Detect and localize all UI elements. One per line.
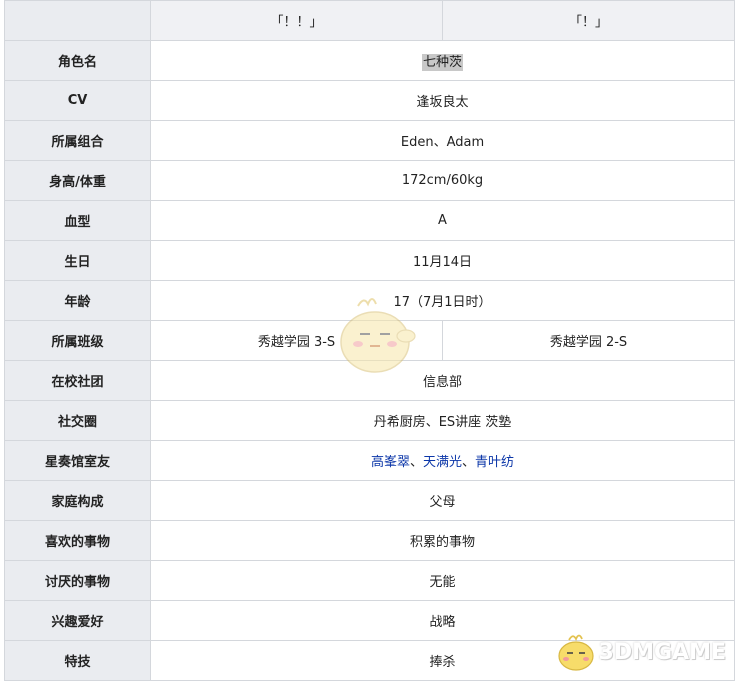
table-row: CV 逢坂良太	[4, 80, 735, 121]
row-label-blood: 血型	[4, 200, 151, 241]
header-col-1: 「！！」	[150, 0, 443, 41]
roommate-separator: 、	[462, 455, 476, 470]
row-value-age: 17（7月1日时）	[150, 280, 735, 321]
row-label-cv: CV	[4, 80, 151, 121]
row-label-likes: 喜欢的事物	[4, 520, 151, 561]
row-value-club: 信息部	[150, 360, 735, 401]
row-value-roommates: 高峯翠、天满光、青叶纺	[150, 440, 735, 481]
roommate-link-3[interactable]: 青叶纺	[475, 455, 514, 470]
row-label-class: 所属班级	[4, 320, 151, 361]
row-value-birthday: 11月14日	[150, 240, 735, 281]
row-value-cv: 逢坂良太	[150, 80, 735, 121]
table-row: 生日 11月14日	[4, 240, 735, 281]
chick-mascot-icon	[557, 634, 594, 671]
chick-mascot-watermark-icon	[340, 298, 416, 373]
site-logo-watermark: 3DMGAME	[555, 630, 726, 674]
row-label-unit: 所属组合	[4, 120, 151, 161]
row-label-name: 角色名	[4, 40, 151, 81]
row-label-club: 在校社团	[4, 360, 151, 401]
row-value-circle: 丹希厨房、ES讲座 茨塾	[150, 400, 735, 441]
header-col-2: 「！」	[442, 0, 735, 41]
row-value-blood: A	[150, 200, 735, 241]
table-row: 讨厌的事物 无能	[4, 560, 735, 601]
row-label-circle: 社交圈	[4, 400, 151, 441]
row-label-body: 身高/体重	[4, 160, 151, 201]
selected-name-text: 七种茨	[421, 54, 463, 71]
table-row: 喜欢的事物 积累的事物	[4, 520, 735, 561]
table-row: 星奏馆室友 高峯翠、天满光、青叶纺	[4, 440, 735, 481]
table-row: 社交圈 丹希厨房、ES讲座 茨塾	[4, 400, 735, 441]
roommate-link-2[interactable]: 天满光	[423, 455, 462, 470]
roommate-link-1[interactable]: 高峯翠	[371, 455, 410, 470]
header-corner-cell	[4, 0, 151, 41]
row-value-family: 父母	[150, 480, 735, 521]
table-row: 血型 A	[4, 200, 735, 241]
row-label-age: 年龄	[4, 280, 151, 321]
row-value-dislikes: 无能	[150, 560, 735, 601]
row-value-unit: Eden、Adam	[150, 120, 735, 161]
logo-text: 3DMGAME	[598, 639, 726, 665]
table-row: 所属组合 Eden、Adam	[4, 120, 735, 161]
table-row: 身高/体重 172cm/60kg	[4, 160, 735, 201]
row-value-body: 172cm/60kg	[150, 160, 735, 201]
row-value-likes: 积累的事物	[150, 520, 735, 561]
row-label-birthday: 生日	[4, 240, 151, 281]
roommate-separator: 、	[409, 455, 423, 470]
row-label-skill: 特技	[4, 640, 151, 681]
row-label-roommates: 星奏馆室友	[4, 440, 151, 481]
table-header-row: 「！！」 「！」	[4, 0, 735, 41]
table-row: 家庭构成 父母	[4, 480, 735, 521]
row-label-hobby: 兴趣爱好	[4, 600, 151, 641]
row-label-dislikes: 讨厌的事物	[4, 560, 151, 601]
row-value-class-2: 秀越学园 2-S	[442, 320, 735, 361]
row-value-name: 七种茨	[150, 40, 735, 81]
table-row: 角色名 七种茨	[4, 40, 735, 81]
row-label-family: 家庭构成	[4, 480, 151, 521]
